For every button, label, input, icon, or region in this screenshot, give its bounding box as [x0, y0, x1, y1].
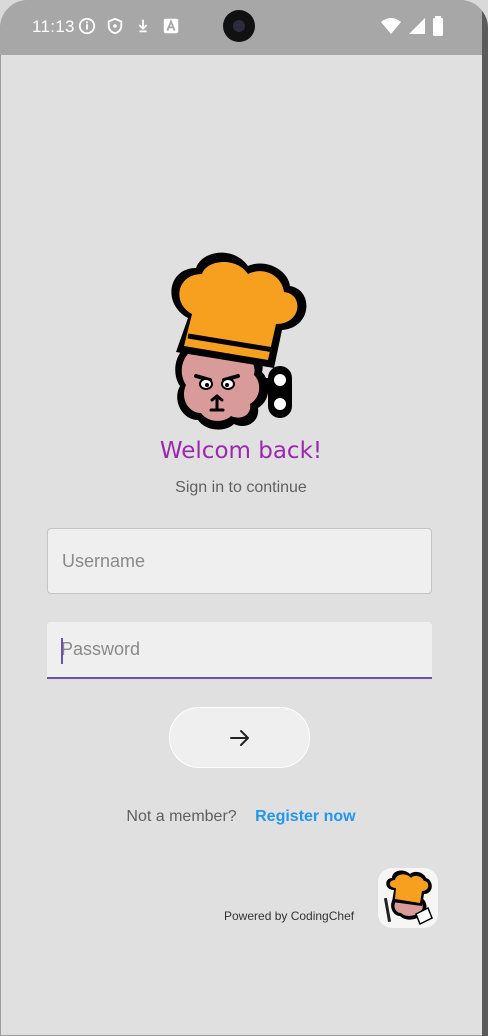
register-row: Not a member? Register now: [0, 808, 482, 826]
status-bar: 11:13: [0, 0, 482, 55]
font-a-icon: [163, 18, 179, 34]
front-camera: [223, 10, 255, 42]
signal-icon: [409, 18, 425, 34]
status-icons-left: [78, 17, 180, 35]
mini-chef-icon: [383, 870, 433, 926]
status-icons-right: [380, 16, 444, 36]
not-member-text: Not a member?: [126, 808, 237, 825]
powered-by-text: Powered by CodingChef: [224, 909, 355, 923]
shield-icon: [107, 17, 123, 35]
submit-button[interactable]: [169, 707, 310, 768]
username-input[interactable]: [47, 528, 432, 594]
password-input[interactable]: [47, 622, 432, 679]
text-cursor: [61, 638, 63, 664]
download-icon: [138, 19, 148, 33]
signin-subtitle: Sign in to continue: [175, 479, 307, 496]
wifi-icon: [381, 18, 401, 34]
battery-icon: [433, 16, 443, 36]
status-time: 11:13: [32, 17, 75, 36]
device-bezel: [482, 0, 488, 1036]
codingchef-logo: [378, 868, 438, 928]
phone-screen: 11:13 Welcom back! Sign in to continue U…: [0, 0, 488, 1036]
register-now-link[interactable]: Register now: [255, 808, 355, 825]
chef-logo: [171, 252, 307, 430]
arrow-right-icon: [229, 729, 249, 746]
info-icon: [78, 17, 96, 35]
welcome-title: Welcom back!: [159, 438, 323, 464]
